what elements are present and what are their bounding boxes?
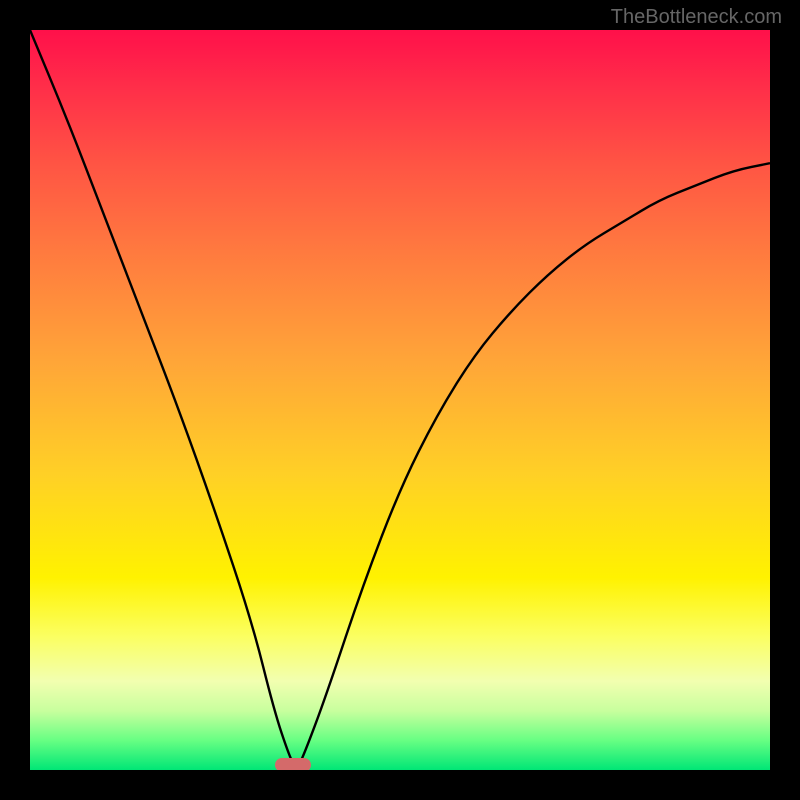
optimal-marker <box>275 758 311 770</box>
plot-area <box>30 30 770 770</box>
watermark-text: TheBottleneck.com <box>611 6 782 29</box>
bottleneck-curve <box>30 30 770 770</box>
